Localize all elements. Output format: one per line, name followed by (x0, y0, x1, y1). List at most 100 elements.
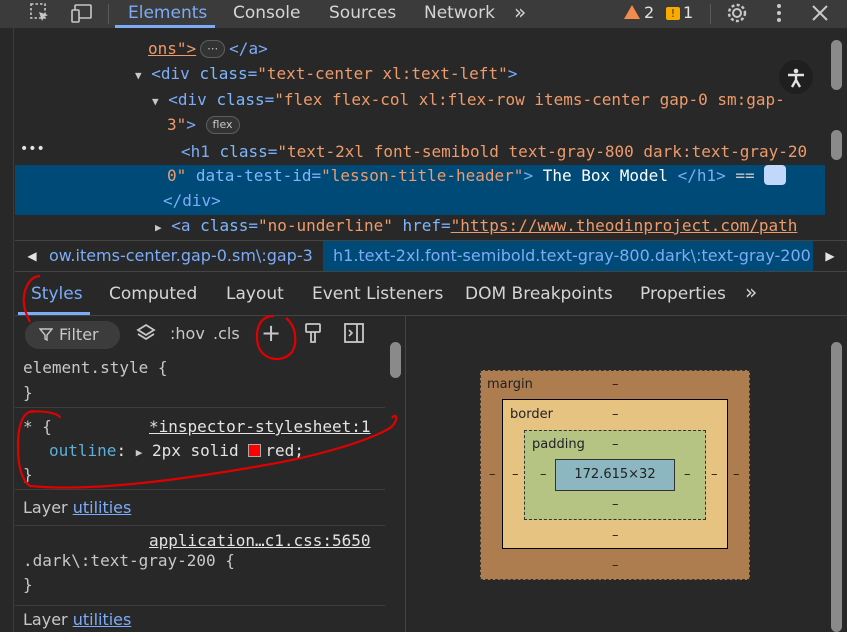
layer-link[interactable]: utilities (73, 610, 132, 629)
tab-sources[interactable]: Sources (329, 0, 396, 28)
issue-icon: ! (666, 7, 680, 20)
layer-header: Layer utilities (15, 606, 385, 632)
property-value: 2px solid (151, 441, 239, 460)
dark-text-gray-rule[interactable]: application…c1.css:5650 .dark\:text-gray… (15, 526, 385, 606)
element-style-rule[interactable]: element.style { } (15, 354, 385, 408)
warnings-badge[interactable]: 2 (624, 2, 654, 24)
dom-line[interactable]: ▼ <div class="flex flex-col xl:flex-row … (152, 88, 785, 112)
border-right-value[interactable]: – (711, 467, 718, 482)
errors-count: 1 (683, 3, 694, 22)
dom-line[interactable]: ons"> ⋯ </a> (148, 37, 268, 61)
tab-computed[interactable]: Computed (109, 284, 197, 304)
tag-end: > (186, 115, 196, 134)
border-bottom-value[interactable]: – (612, 528, 619, 543)
node-text: The Box Model (542, 166, 668, 185)
rule-source-link[interactable]: application…c1.css:5650 (149, 530, 371, 552)
breadcrumb: ◀ ow.items-center.gap-0.sm\:gap-3 h1.tex… (15, 240, 847, 272)
tag-name: <div (151, 64, 190, 83)
attr-name: class (219, 142, 268, 161)
tab-elements[interactable]: Elements (128, 0, 207, 28)
cls-toggle[interactable]: .cls (213, 321, 240, 347)
attr-value[interactable]: "https://www.theodinproject.com/path (451, 216, 798, 235)
dom-line-selected-2[interactable]: 0" data-test-id="lesson-title-header"> T… (167, 164, 787, 188)
expand-property-arrow-icon[interactable]: ▶ (136, 446, 143, 459)
expand-arrow-icon[interactable]: ▶ (155, 221, 162, 234)
device-toolbar-icon[interactable] (70, 2, 94, 24)
errors-badge[interactable]: ! 1 (666, 2, 693, 24)
paint-brush-icon[interactable] (303, 321, 323, 347)
toggle-sidebar-icon[interactable] (343, 321, 365, 347)
tab-layout[interactable]: Layout (226, 284, 284, 304)
tab-dom-breakpoints[interactable]: DOM Breakpoints (465, 284, 613, 304)
breadcrumb-left-arrow-icon[interactable]: ◀ (15, 241, 49, 271)
attr-value: 0" (167, 166, 187, 185)
color-swatch[interactable] (248, 444, 262, 457)
property-value-color: red; (265, 441, 304, 460)
rule-selector: .dark\:text-gray-200 { (23, 551, 235, 570)
layers-icon[interactable] (135, 321, 157, 347)
tab-properties[interactable]: Properties (640, 284, 726, 304)
dom-line[interactable]: ▼ <div class="text-center xl:text-left"> (135, 62, 517, 86)
attr-name: class (200, 216, 249, 235)
margin-label: margin (487, 377, 533, 392)
styles-scroll-thumb[interactable] (390, 342, 401, 378)
layer-link[interactable]: utilities (73, 498, 132, 517)
collapse-arrow-icon[interactable]: ▼ (152, 95, 159, 108)
padding-label: padding (532, 437, 585, 452)
breadcrumb-item[interactable]: ow.items-center.gap-0.sm\:gap-3 (49, 241, 313, 271)
tab-styles[interactable]: Styles (31, 284, 83, 304)
universal-rule[interactable]: * { *inspector-stylesheet:1 outline: ▶ 2… (15, 408, 385, 490)
box-model-scroll-thumb[interactable] (831, 342, 842, 632)
dom-line[interactable]: ▶ <a class="no-underline" href="https://… (155, 214, 797, 238)
dom-line[interactable]: </div> (163, 189, 221, 213)
tab-network[interactable]: Network (424, 0, 495, 28)
filter-input[interactable]: Filter (25, 321, 120, 349)
margin-left-value[interactable]: – (489, 467, 496, 482)
rule-source-link[interactable]: *inspector-stylesheet:1 (149, 416, 371, 438)
active-panel-tab-indicator (18, 312, 90, 315)
hov-toggle[interactable]: :hov (170, 321, 205, 347)
more-panel-tabs-button[interactable]: » (745, 280, 757, 304)
style-declaration[interactable]: outline: ▶ 2px solid red; (49, 440, 304, 462)
padding-right-value[interactable]: – (684, 467, 691, 482)
attr-value: 3" (167, 115, 187, 134)
close-icon[interactable] (808, 2, 832, 24)
breadcrumb-right-arrow-icon[interactable]: ▶ (813, 241, 847, 271)
tab-event-listeners[interactable]: Event Listeners (312, 284, 443, 304)
dom-tree[interactable]: ons"> ⋯ </a> ▼ <div class="text-center xl:… (15, 28, 825, 240)
box-model-content[interactable]: 172.615×32 (555, 459, 675, 491)
ellipsis-pill[interactable]: ⋯ (200, 40, 226, 58)
attr-value[interactable]: ons"> (148, 39, 196, 58)
padding-top-value[interactable]: – (612, 437, 619, 452)
dom-scroll-thumb-2[interactable] (831, 130, 842, 160)
border-left-value[interactable]: – (512, 467, 519, 482)
margin-right-value[interactable]: – (733, 467, 740, 482)
attr-value: "flex flex-col xl:flex-row items-center … (274, 90, 785, 109)
padding-left-value[interactable]: – (540, 467, 547, 482)
dom-line[interactable]: 3"> flex (167, 113, 240, 137)
new-style-rule-icon[interactable]: + (261, 321, 281, 347)
settings-gear-icon[interactable] (725, 2, 749, 24)
toolbar-divider-2 (710, 4, 711, 24)
more-options-icon[interactable] (767, 2, 791, 24)
node-actions-icon[interactable]: ••• (20, 137, 45, 161)
attr-name: class (216, 90, 265, 109)
tag-close: </a> (229, 39, 268, 58)
padding-bottom-value[interactable]: – (612, 497, 619, 512)
flex-badge[interactable]: flex (205, 116, 240, 134)
dom-line-selected[interactable]: <h1 class="text-2xl font-semibold text-g… (181, 140, 807, 164)
inspect-element-icon[interactable] (28, 2, 52, 24)
margin-bottom-value[interactable]: – (612, 558, 619, 573)
collapse-arrow-icon[interactable]: ▼ (135, 69, 142, 82)
left-gutter (0, 28, 14, 632)
border-top-value[interactable]: – (612, 407, 619, 422)
accessibility-icon[interactable] (779, 60, 813, 94)
dom-scroll-thumb[interactable] (831, 40, 842, 90)
more-tabs-button[interactable]: » (514, 0, 526, 28)
node-swatch (764, 165, 787, 185)
tag-end: > (507, 64, 518, 83)
breadcrumb-item-current[interactable]: h1.text-2xl.font-semibold.text-gray-800.… (323, 241, 821, 271)
attr-value: "lesson-title-header" (321, 166, 524, 185)
tab-console[interactable]: Console (233, 0, 301, 28)
margin-top-value[interactable]: – (612, 377, 619, 392)
